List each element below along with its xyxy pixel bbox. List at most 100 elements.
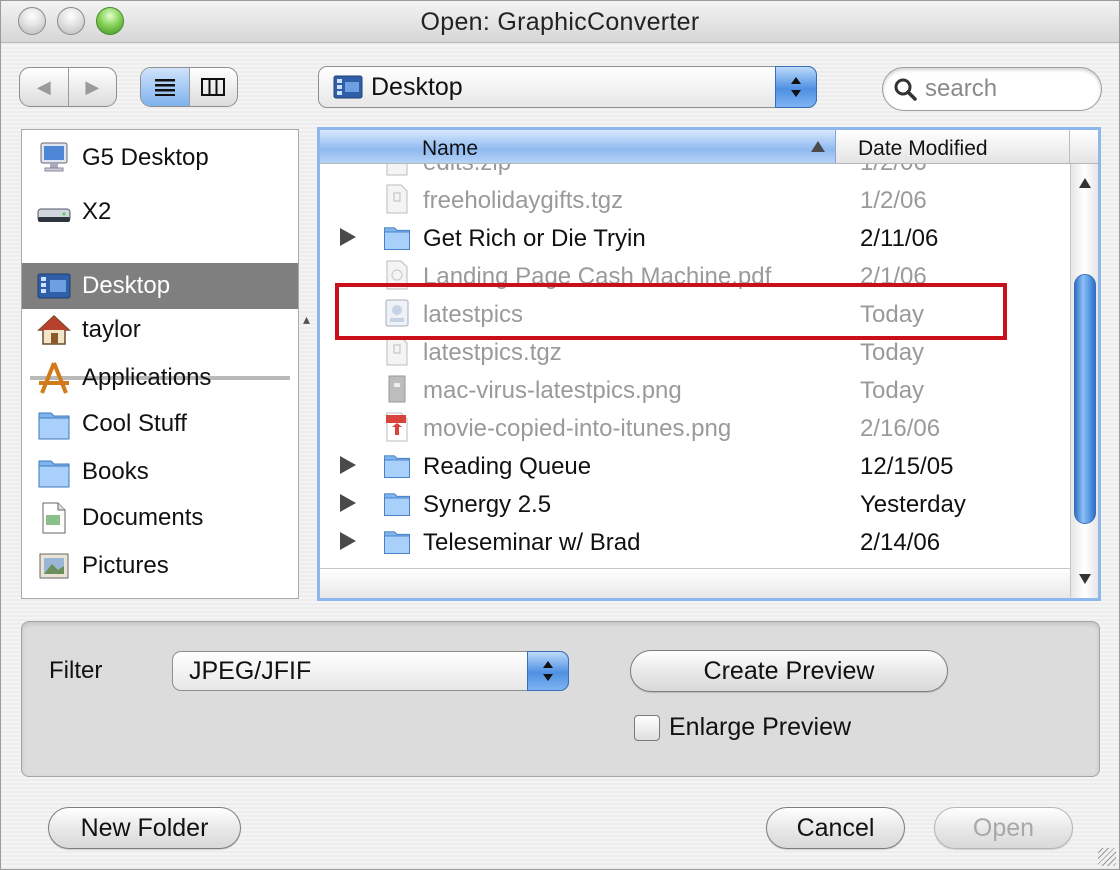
resize-grip-icon[interactable]: [1098, 848, 1116, 866]
file-date: 2/11/06: [860, 225, 939, 252]
desktop-icon: [333, 75, 363, 99]
location-popup[interactable]: Desktop: [318, 66, 817, 108]
filter-value: JPEG/JFIF: [189, 656, 312, 685]
folder-icon: [34, 406, 74, 442]
archive-icon: [386, 184, 408, 214]
filter-popup[interactable]: JPEG/JFIF: [172, 651, 569, 691]
sidebar-item-label: G5 Desktop: [82, 144, 209, 171]
list-view-button[interactable]: [141, 68, 189, 106]
file-row: freeholidaygifts.tgz 1/2/06: [320, 180, 1070, 218]
enlarge-preview-option[interactable]: Enlarge Preview: [634, 713, 851, 742]
back-forward-control: ◀ ▶: [19, 67, 117, 107]
file-row[interactable]: Teleseminar w/ Brad 2/14/06: [320, 522, 1070, 560]
documents-icon: [34, 500, 74, 536]
sidebar-item-cool-stuff[interactable]: Cool Stuff: [22, 404, 298, 444]
folder-icon: [384, 455, 410, 478]
new-folder-button[interactable]: New Folder: [48, 807, 241, 849]
computer-icon: [34, 140, 74, 176]
options-panel: [21, 621, 1100, 777]
file-row[interactable]: Reading Queue 12/15/05: [320, 446, 1070, 484]
column-view-button[interactable]: [188, 68, 238, 106]
vertical-scrollbar[interactable]: [1070, 164, 1098, 598]
file-date: 2/16/06: [860, 415, 941, 442]
file-name: edits.zip: [423, 164, 511, 177]
sidebar-item-documents[interactable]: Documents: [22, 498, 298, 538]
create-preview-button[interactable]: Create Preview: [630, 650, 948, 692]
sidebar-item-taylor[interactable]: taylor: [22, 310, 298, 350]
sidebar-item-label: X2: [82, 198, 112, 225]
home-icon: [34, 312, 74, 348]
file-row[interactable]: Get Rich or Die Tryin 2/11/06: [320, 218, 1070, 256]
column-header: Name Date Modified: [320, 130, 1098, 164]
popup-arrows-icon: [775, 66, 817, 108]
forward-arrow-icon: ▶: [85, 76, 100, 97]
file-rows: edits.zip 1/2/06 freeholidaygifts.tgz 1/…: [320, 164, 1070, 568]
date-modified-column-header[interactable]: Date Modified: [836, 130, 1070, 163]
enlarge-preview-label: Enlarge Preview: [669, 713, 852, 741]
file-name: Get Rich or Die Tryin: [423, 225, 646, 252]
scroll-up-arrow-icon[interactable]: [1079, 178, 1091, 188]
sidebar-item-label: Desktop: [82, 272, 171, 299]
file-name: freeholidaygifts.tgz: [423, 187, 624, 214]
sidebar-item-label: Documents: [82, 504, 204, 531]
sidebar-item-books[interactable]: Books: [22, 452, 298, 492]
sidebar-item-x2[interactable]: X2: [22, 192, 298, 232]
location-label: Desktop: [371, 72, 463, 101]
name-column-label: Name: [422, 137, 479, 160]
sidebar-item-desktop[interactable]: Desktop: [22, 263, 298, 309]
file-date: 12/15/05: [860, 453, 954, 480]
name-column-header[interactable]: Name: [320, 130, 836, 163]
sidebar-item-label: Applications: [82, 364, 212, 391]
forward-button[interactable]: ▶: [67, 68, 117, 106]
search-input[interactable]: [923, 74, 1093, 104]
application-icon: [385, 299, 409, 327]
window-title: Open: GraphicConverter: [420, 8, 700, 36]
open-dialog-window: Open: GraphicConverter ◀ ▶ Desktop searc…: [0, 0, 1120, 870]
folder-icon: [384, 227, 410, 250]
file-name: Reading Queue: [423, 453, 592, 480]
file-row[interactable]: Synergy 2.5 Yesterday: [320, 484, 1070, 522]
disclosure-triangle-icon[interactable]: [340, 456, 356, 474]
file-name: latestpics: [423, 301, 524, 328]
png-file-icon: [386, 412, 408, 442]
search-icon: [894, 78, 917, 101]
file-row: Landing Page Cash Machine.pdf 2/1/06: [320, 256, 1070, 294]
sidebar-item-applications[interactable]: Applications: [22, 358, 298, 398]
sidebar: G5 Desktop X2 Desktop taylor Application…: [21, 129, 299, 599]
file-name: Teleseminar w/ Brad: [423, 529, 641, 556]
horizontal-scrollbar[interactable]: [320, 568, 1070, 598]
folder-icon: [384, 493, 410, 516]
file-row-latestpics: latestpics Today: [320, 294, 1070, 332]
search-field[interactable]: [882, 67, 1102, 111]
disclosure-triangle-icon[interactable]: [340, 228, 356, 246]
file-name: Landing Page Cash Machine.pdf: [423, 263, 772, 290]
view-mode-control: [140, 67, 238, 107]
file-name: Synergy 2.5: [423, 491, 552, 518]
scroll-thumb[interactable]: [1074, 274, 1096, 524]
scroll-down-arrow-icon[interactable]: [1079, 574, 1091, 584]
file-name: movie-copied-into-itunes.png: [423, 415, 732, 442]
disclosure-triangle-icon[interactable]: [340, 532, 356, 550]
enlarge-preview-checkbox[interactable]: [634, 714, 660, 741]
sidebar-item-g5-desktop[interactable]: G5 Desktop: [22, 138, 298, 178]
sidebar-item-pictures[interactable]: Pictures: [22, 546, 298, 586]
image-file-icon: [388, 375, 406, 403]
drive-icon: [34, 194, 74, 230]
sort-ascending-icon: [811, 141, 825, 152]
sidebar-resize-handle[interactable]: ▴: [303, 311, 310, 328]
file-date: Today: [860, 339, 925, 366]
column-view-icon: [201, 78, 226, 96]
open-button[interactable]: Open: [934, 807, 1073, 849]
disclosure-triangle-icon[interactable]: [340, 494, 356, 512]
sidebar-item-label: Books: [82, 458, 149, 485]
title-bar: Open: GraphicConverter: [1, 1, 1119, 43]
cancel-button[interactable]: Cancel: [766, 807, 905, 849]
file-name: latestpics.tgz: [423, 339, 562, 366]
back-button[interactable]: ◀: [20, 68, 68, 106]
popup-arrows-icon: [527, 651, 569, 691]
file-date: 2/1/06: [860, 263, 927, 290]
folder-icon: [34, 454, 74, 490]
desktop-icon: [34, 268, 74, 304]
file-name: mac-virus-latestpics.png: [423, 377, 682, 404]
archive-icon: [386, 336, 408, 366]
